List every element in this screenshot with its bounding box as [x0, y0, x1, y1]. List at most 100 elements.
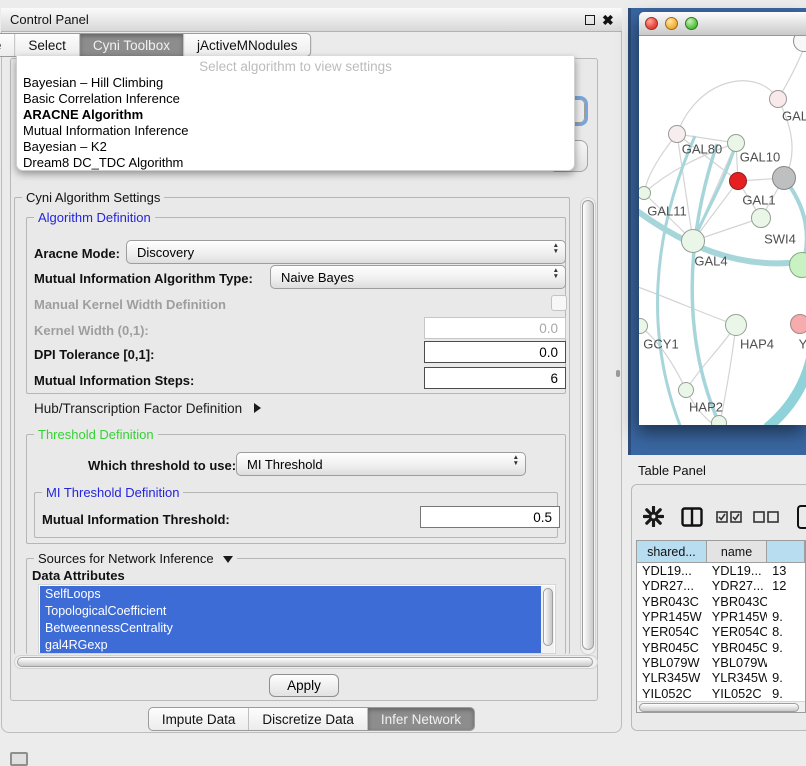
network-canvas[interactable]: GALGAL80GAL10GAL1GAL11SWI4GAL4GCY1HAP4YH…	[639, 36, 806, 425]
table-cell: YBL079W	[637, 655, 707, 670]
aracne-mode-select[interactable]: Discovery ▲▼	[126, 240, 566, 264]
table-row[interactable]: YDL19...YDL19...13	[637, 563, 805, 578]
settings-horizontal-scrollbar[interactable]	[14, 655, 598, 669]
dpi-tolerance-field[interactable]	[424, 341, 566, 363]
node-gal80[interactable]	[668, 125, 686, 143]
node-label-y: Y	[799, 337, 806, 352]
column-header-name[interactable]: name	[707, 541, 767, 563]
node-label-hap4: HAP4	[740, 337, 774, 352]
manual-kernel-checkbox[interactable]	[551, 295, 567, 311]
node-label-swi4: SWI4	[764, 232, 796, 247]
tab-label-infer-network: Infer Network	[381, 712, 461, 727]
attribute-item-gal4rgexp[interactable]: gal4RGexp	[40, 637, 542, 654]
tab-style[interactable]: Style	[0, 34, 14, 56]
table-row[interactable]: YIL052CYIL052C9.	[637, 686, 805, 701]
select-all-columns-icon[interactable]	[716, 511, 742, 529]
node-label-gal1: GAL1	[742, 193, 775, 208]
algorithm-option-bayesian-k2[interactable]: Bayesian – K2	[17, 139, 574, 155]
gear-icon[interactable]	[643, 506, 664, 532]
deselect-all-columns-icon[interactable]	[753, 511, 779, 529]
tab-discretize-data[interactable]: Discretize Data	[248, 708, 367, 730]
table-row[interactable]: YBR045CYBR045C9.	[637, 640, 805, 655]
algorithm-option-bayesian-hill-climbing[interactable]: Bayesian – Hill Climbing	[17, 75, 574, 91]
aracne-mode-value: Discovery	[137, 245, 194, 260]
mi-type-select[interactable]: Naive Bayes ▲▼	[270, 265, 566, 289]
attributes-scrollbar[interactable]	[541, 586, 554, 654]
table-cell: YIL052C	[637, 686, 707, 701]
kernel-width-field[interactable]	[424, 317, 566, 339]
node-hap2[interactable]	[678, 382, 694, 398]
panel-divider-grip[interactable]	[616, 370, 620, 377]
mi-threshold-field[interactable]	[420, 506, 560, 528]
node-bottom[interactable]	[711, 415, 727, 425]
close-panel-icon[interactable]: ✖	[602, 9, 614, 31]
float-panel-icon[interactable]	[585, 15, 595, 25]
node-gray[interactable]	[772, 166, 796, 190]
partial-toolbar-icon[interactable]	[797, 505, 806, 529]
table-row[interactable]: YDR27...YDR27...12	[637, 578, 805, 593]
stepper-arrows-icon: ▲▼	[553, 268, 559, 279]
attribute-item-betweennesscentrality[interactable]: BetweennessCentrality	[40, 620, 542, 637]
hub-definition-expander[interactable]: Hub/Transcription Factor Definition	[34, 401, 261, 416]
table-row[interactable]: YPR145WYPR145W9.	[637, 609, 805, 624]
table-panel-title: Table Panel	[638, 463, 706, 478]
data-attributes-list[interactable]: SelfLoopsTopologicalCoefficientBetweenne…	[38, 584, 556, 654]
table-cell: YLR345W	[637, 670, 707, 685]
node-gal1[interactable]	[751, 208, 771, 228]
attribute-item-selfloops[interactable]: SelfLoops	[40, 586, 542, 603]
tab-label-jactivemnodules: jActiveMNodules	[197, 38, 298, 53]
table-row[interactable]: YBL079WYBL079W	[637, 655, 805, 670]
expander-expanded-icon	[223, 556, 233, 563]
table-cell: 12	[767, 578, 805, 593]
node-selected-red[interactable]	[729, 172, 747, 190]
settings-horizontal-scrollbar-thumb[interactable]	[17, 657, 593, 667]
table-cell: 9.	[767, 686, 805, 701]
column-selector-icon[interactable]	[681, 507, 703, 532]
tab-infer-network[interactable]: Infer Network	[367, 708, 474, 730]
tab-cyni-toolbox[interactable]: Cyni Toolbox	[79, 34, 183, 56]
table-row[interactable]: YER054CYER054C8.	[637, 624, 805, 639]
algorithm-option-aracne-algorithm[interactable]: ARACNE Algorithm	[17, 107, 574, 123]
which-threshold-select[interactable]: MI Threshold ▲▼	[236, 452, 526, 476]
tab-label-style: Style	[0, 38, 1, 53]
table-horizontal-scrollbar[interactable]	[637, 701, 805, 713]
tab-jactivemnodules[interactable]: jActiveMNodules	[183, 34, 311, 56]
table-cell: YLR345W	[707, 670, 767, 685]
algorithm-option-mutual-information-inference[interactable]: Mutual Information Inference	[17, 123, 574, 139]
dpi-tolerance-label: DPI Tolerance [0,1]:	[34, 347, 154, 362]
table-cell: YDL19...	[707, 563, 767, 578]
node-table[interactable]: shared...name YDL19...YDL19...13YDR27...…	[636, 540, 806, 713]
minimize-window-icon[interactable]	[665, 17, 678, 30]
bottom-tab-row: Impute Data Discretize Data Infer Network	[0, 707, 623, 731]
apply-button[interactable]: Apply	[269, 674, 339, 697]
tab-impute-data[interactable]: Impute Data	[149, 708, 249, 730]
close-window-icon[interactable]	[645, 17, 658, 30]
settings-vertical-scrollbar-thumb[interactable]	[582, 200, 594, 650]
attributes-scrollbar-thumb[interactable]	[543, 588, 553, 646]
table-row[interactable]: YLR345WYLR345W9.	[637, 670, 805, 685]
aracne-mode-label: Aracne Mode:	[34, 246, 120, 261]
settings-vertical-scrollbar[interactable]	[580, 197, 596, 655]
table-cell: 8.	[767, 624, 805, 639]
mi-steps-field[interactable]	[424, 367, 566, 389]
table-horizontal-scrollbar-thumb[interactable]	[639, 703, 799, 712]
node-gal-top[interactable]	[769, 90, 787, 108]
algorithm-option-basic-correlation-inference[interactable]: Basic Correlation Inference	[17, 91, 574, 107]
which-threshold-value: MI Threshold	[247, 457, 323, 472]
zoom-window-icon[interactable]	[685, 17, 698, 30]
network-window-titlebar[interactable]	[639, 12, 806, 36]
restore-panel-icon[interactable]	[10, 752, 28, 766]
tab-select[interactable]: Select	[14, 34, 79, 56]
attribute-item-topologicalcoefficient[interactable]: TopologicalCoefficient	[40, 603, 542, 620]
sources-expander[interactable]: Sources for Network Inference	[34, 551, 237, 566]
tab-label-impute-data: Impute Data	[162, 712, 236, 727]
table-cell: YDL19...	[637, 563, 707, 578]
algorithm-option-dream8-dc-tdc-algorithm[interactable]: Dream8 DC_TDC Algorithm	[17, 155, 574, 171]
node-hap4[interactable]	[725, 314, 747, 336]
node-gal4[interactable]	[681, 229, 705, 253]
table-row[interactable]: YBR043CYBR043C	[637, 594, 805, 609]
node-pink-right[interactable]	[790, 314, 806, 334]
column-header-partial[interactable]	[767, 541, 805, 563]
column-header-shared[interactable]: shared...	[637, 541, 707, 563]
table-cell: YIL052C	[707, 686, 767, 701]
